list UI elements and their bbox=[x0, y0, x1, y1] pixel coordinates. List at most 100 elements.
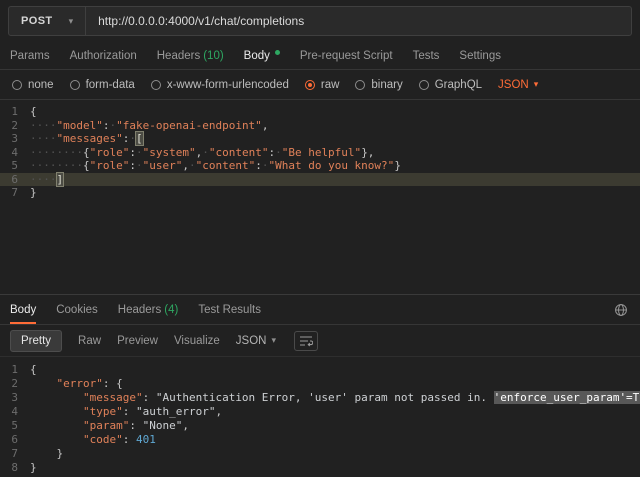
view-tab-preview[interactable]: Preview bbox=[117, 335, 158, 347]
code-token: · bbox=[136, 146, 143, 159]
method-label: POST bbox=[21, 15, 53, 27]
globe-icon[interactable] bbox=[614, 303, 628, 317]
line-number: 4 bbox=[0, 146, 30, 160]
code-token: , bbox=[182, 159, 189, 172]
tab-label: Cookies bbox=[56, 304, 98, 316]
code-token: : bbox=[255, 159, 262, 172]
request-tab-authorization[interactable]: Authorization bbox=[70, 42, 137, 69]
body-type-form-data[interactable]: form-data bbox=[70, 79, 135, 91]
tab-label: Body bbox=[244, 50, 270, 62]
request-body-editor[interactable]: 1{2····"model":·"fake-openai-endpoint",3… bbox=[0, 100, 640, 294]
code-token: , bbox=[215, 405, 222, 418]
code-line[interactable]: 5 "param": "None", bbox=[0, 419, 640, 433]
code-token: ········ bbox=[30, 159, 83, 172]
tab-label: Tests bbox=[413, 50, 440, 62]
body-type-binary[interactable]: binary bbox=[355, 79, 402, 91]
wrap-text-button[interactable] bbox=[294, 331, 318, 351]
code-token: , bbox=[182, 419, 189, 432]
code-token: ···· bbox=[30, 119, 57, 132]
code-token: { bbox=[30, 105, 37, 118]
view-tab-raw[interactable]: Raw bbox=[78, 335, 101, 347]
body-type-row: none form-data x-www-form-urlencoded raw bin… bbox=[0, 70, 640, 100]
line-number: 3 bbox=[0, 391, 30, 405]
url-input[interactable] bbox=[86, 14, 631, 28]
code-text: ····"messages":·[ bbox=[30, 132, 143, 146]
code-token: , bbox=[262, 119, 269, 132]
tab-label: Test Results bbox=[198, 304, 261, 316]
code-line[interactable]: 1{ bbox=[0, 105, 640, 119]
body-format-label: JSON bbox=[498, 79, 529, 91]
code-token: · bbox=[202, 146, 209, 159]
code-token: ···· bbox=[30, 132, 57, 145]
request-tab-settings[interactable]: Settings bbox=[459, 42, 501, 69]
code-token: { bbox=[83, 159, 90, 172]
request-tab-tests[interactable]: Tests bbox=[413, 42, 440, 69]
tab-count: (10) bbox=[203, 50, 223, 62]
code-token: "None" bbox=[143, 419, 183, 432]
code-text: "error": { bbox=[30, 377, 123, 391]
code-token: "What do you know?" bbox=[268, 159, 394, 172]
response-body-editor[interactable]: 1{2 "error": {3 "message": "Authenticati… bbox=[0, 357, 640, 477]
code-token: "message" bbox=[83, 391, 143, 404]
code-token: } bbox=[30, 186, 37, 199]
body-type-none[interactable]: none bbox=[12, 79, 54, 91]
response-tab-test-results[interactable]: Test Results bbox=[198, 295, 261, 324]
code-token: { bbox=[30, 363, 37, 376]
line-number: 1 bbox=[0, 105, 30, 119]
code-token: : bbox=[129, 419, 136, 432]
code-token: [ bbox=[136, 132, 143, 145]
response-section: Body Cookies Headers(4) Test Results Pretty… bbox=[0, 294, 640, 477]
code-token: "auth_error" bbox=[136, 405, 215, 418]
code-line[interactable]: 7} bbox=[0, 186, 640, 200]
radio-icon bbox=[355, 80, 365, 90]
request-tab-params[interactable]: Params bbox=[10, 42, 50, 69]
code-line[interactable]: 6 "code": 401 bbox=[0, 433, 640, 447]
request-tabs: Params Authorization Headers(10) Body Pre-re… bbox=[0, 42, 640, 70]
code-line[interactable]: 3····"messages":·[ bbox=[0, 132, 640, 146]
tab-label: Headers bbox=[118, 304, 161, 316]
code-line[interactable]: 4 "type": "auth_error", bbox=[0, 405, 640, 419]
code-token: ] bbox=[57, 173, 64, 186]
code-line[interactable]: 6····] bbox=[0, 173, 640, 187]
body-type-graphql[interactable]: GraphQL bbox=[419, 79, 482, 91]
code-text: "type": "auth_error", bbox=[30, 405, 222, 419]
code-token: "fake-openai-endpoint" bbox=[116, 119, 262, 132]
body-format-dropdown[interactable]: JSON ▾ bbox=[498, 79, 538, 91]
code-line[interactable]: 2····"model":·"fake-openai-endpoint", bbox=[0, 119, 640, 133]
request-tab-pre-request-script[interactable]: Pre-request Script bbox=[300, 42, 393, 69]
code-token: "model" bbox=[57, 119, 103, 132]
line-number: 3 bbox=[0, 132, 30, 146]
code-token: "type" bbox=[83, 405, 123, 418]
code-text: ····"model":·"fake-openai-endpoint", bbox=[30, 119, 268, 133]
view-tab-visualize[interactable]: Visualize bbox=[174, 335, 220, 347]
body-type-x-www-form-urlencoded[interactable]: x-www-form-urlencoded bbox=[151, 79, 289, 91]
radio-label: GraphQL bbox=[435, 79, 482, 91]
line-number: 4 bbox=[0, 405, 30, 419]
tab-label: Params bbox=[10, 50, 50, 62]
request-tab-body[interactable]: Body bbox=[244, 42, 280, 69]
method-dropdown[interactable]: POST ▾ bbox=[9, 7, 85, 35]
code-text: } bbox=[30, 447, 63, 461]
response-format-dropdown[interactable]: JSON ▾ bbox=[236, 335, 276, 347]
code-line[interactable]: 5········{"role":·"user",·"content":·"Wh… bbox=[0, 159, 640, 173]
code-token bbox=[136, 419, 143, 432]
code-token: } bbox=[57, 447, 64, 460]
view-tab-pretty[interactable]: Pretty bbox=[10, 330, 62, 352]
code-line[interactable]: 2 "error": { bbox=[0, 377, 640, 391]
body-type-raw[interactable]: raw bbox=[305, 79, 340, 91]
radio-icon bbox=[70, 80, 80, 90]
code-line[interactable]: 4········{"role":·"system",·"content":·"… bbox=[0, 146, 640, 160]
code-token: "role" bbox=[90, 146, 130, 159]
code-line[interactable]: 1{ bbox=[0, 363, 640, 377]
code-line[interactable]: 7 } bbox=[0, 447, 640, 461]
radio-label: raw bbox=[321, 79, 340, 91]
code-line[interactable]: 8} bbox=[0, 461, 640, 475]
code-token: · bbox=[189, 159, 196, 172]
code-line[interactable]: 3 "message": "Authentication Error, 'use… bbox=[0, 391, 640, 405]
request-tab-headers[interactable]: Headers(10) bbox=[157, 42, 224, 69]
response-tab-headers[interactable]: Headers(4) bbox=[118, 295, 179, 324]
code-token: }, bbox=[361, 146, 374, 159]
response-tab-body[interactable]: Body bbox=[10, 295, 36, 324]
chevron-down-icon: ▾ bbox=[69, 16, 74, 27]
response-tab-cookies[interactable]: Cookies bbox=[56, 295, 98, 324]
